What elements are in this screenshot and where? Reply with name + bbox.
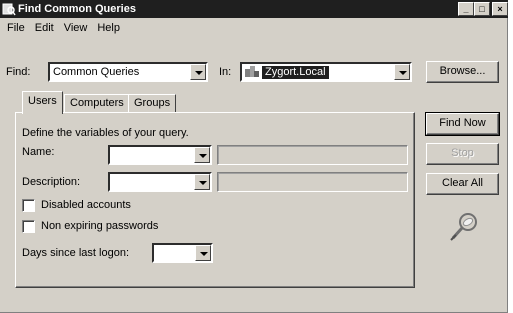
find-combo-value: Common Queries xyxy=(53,66,140,78)
maximize-button[interactable]: □ xyxy=(474,2,490,16)
name-condition-combo[interactable] xyxy=(108,145,212,165)
chevron-down-icon[interactable] xyxy=(190,64,206,80)
in-combo[interactable]: Zygort.Local xyxy=(240,62,412,82)
title-bar: Find Common Queries _ □ × xyxy=(0,0,508,18)
tab-users[interactable]: Users xyxy=(22,91,63,114)
description-field[interactable] xyxy=(217,172,408,192)
chevron-down-icon[interactable] xyxy=(195,245,211,261)
tab-computers[interactable]: Computers xyxy=(64,94,130,113)
menu-edit[interactable]: Edit xyxy=(30,19,59,37)
chevron-down-icon[interactable] xyxy=(194,147,210,163)
menu-bar: File Edit View Help xyxy=(0,18,508,38)
find-common-queries-window: Find Common Queries _ □ × File Edit View… xyxy=(0,0,508,313)
in-label: In: xyxy=(219,66,232,78)
days-since-logon-combo[interactable] xyxy=(152,243,213,263)
disabled-accounts-label: Disabled accounts xyxy=(41,199,131,211)
find-icon xyxy=(2,3,16,16)
stop-button[interactable]: Stop xyxy=(426,143,499,165)
days-since-logon-label: Days since last logon: xyxy=(22,247,129,259)
non-expiring-label: Non expiring passwords xyxy=(41,220,159,232)
find-label: Find: xyxy=(6,66,31,78)
chevron-down-icon[interactable] xyxy=(394,64,410,80)
browse-button[interactable]: Browse... xyxy=(426,61,499,83)
minimize-button[interactable]: _ xyxy=(458,2,474,16)
name-field[interactable] xyxy=(217,145,408,165)
chevron-down-icon[interactable] xyxy=(194,174,210,190)
name-label: Name: xyxy=(22,146,55,158)
window-title: Find Common Queries xyxy=(18,3,136,15)
description-condition-combo[interactable] xyxy=(108,172,212,192)
non-expiring-checkbox[interactable] xyxy=(22,220,35,233)
menu-help[interactable]: Help xyxy=(92,19,125,37)
disabled-accounts-checkbox[interactable] xyxy=(22,199,35,212)
menu-file[interactable]: File xyxy=(2,19,30,37)
magnifier-icon xyxy=(450,213,477,241)
domain-icon xyxy=(245,66,259,77)
find-combo[interactable]: Common Queries xyxy=(48,62,208,82)
menu-view[interactable]: View xyxy=(59,19,93,37)
close-button[interactable]: × xyxy=(492,2,508,16)
description-label: Description: xyxy=(22,176,81,188)
find-now-button[interactable]: Find Now xyxy=(425,112,500,136)
tab-groups[interactable]: Groups xyxy=(128,94,177,113)
query-intro: Define the variables of your query. xyxy=(22,127,189,139)
clear-all-button[interactable]: Clear All xyxy=(426,173,499,195)
in-combo-value: Zygort.Local xyxy=(262,66,329,79)
